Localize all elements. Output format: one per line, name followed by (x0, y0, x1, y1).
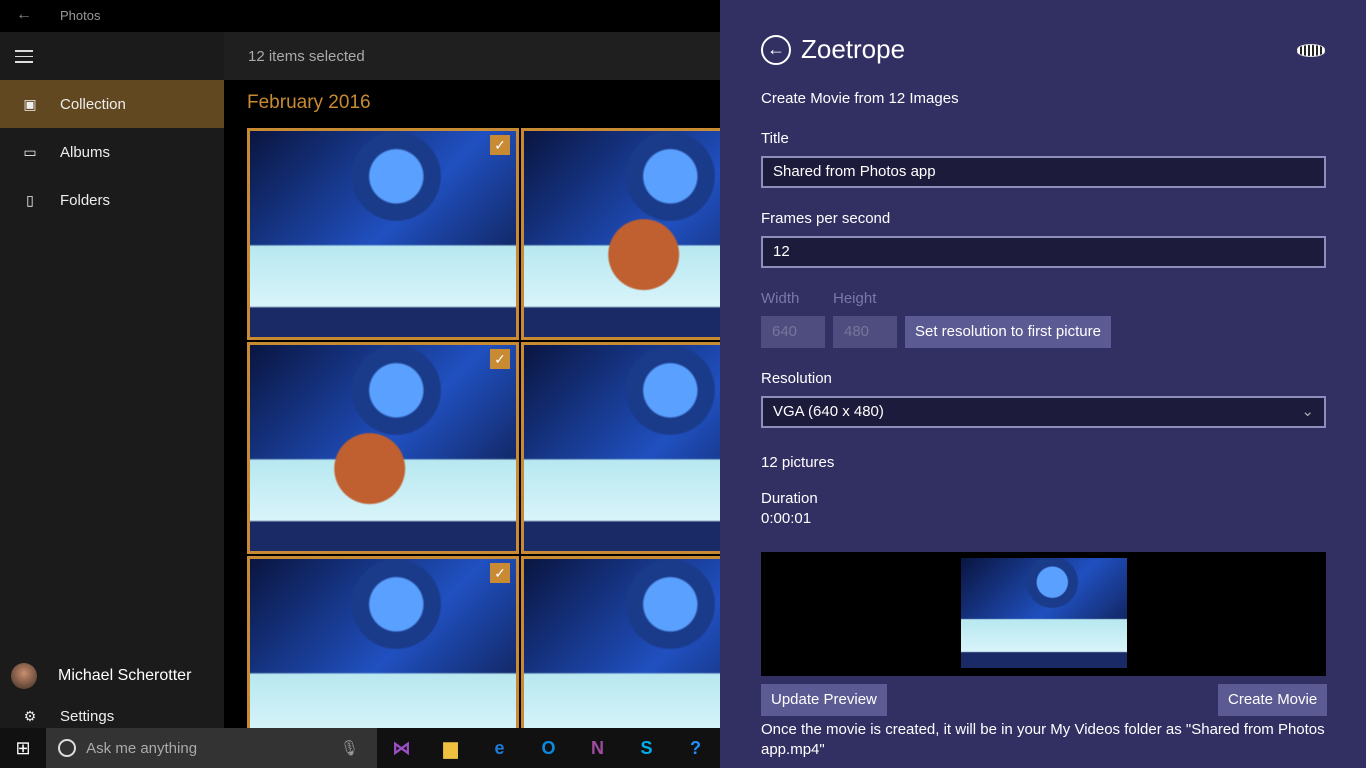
visual-studio-icon[interactable]: ⋈ (377, 728, 426, 768)
photo-tile[interactable] (521, 342, 720, 554)
back-circle-icon[interactable]: ← (761, 35, 791, 65)
sidebar-item-label: Folders (60, 192, 110, 209)
cortana-search-box[interactable]: Ask me anything 🎙 (46, 728, 377, 768)
gear-icon: ⚙ (0, 708, 60, 725)
microphone-icon[interactable]: 🎙 (340, 739, 359, 757)
month-heading: February 2016 (247, 92, 371, 114)
zoetrope-share-panel: ← Zoetrope Create Movie from 12 Images T… (720, 0, 1366, 768)
panel-title: Zoetrope (801, 34, 905, 65)
app-title: Photos (60, 8, 100, 23)
selection-header: 12 items selected (224, 32, 720, 80)
file-explorer-icon[interactable]: ▆ (426, 728, 475, 768)
photo-grid: ✓ ✓ ✓ (247, 128, 720, 728)
width-input: 640 (761, 316, 825, 348)
photo-collection: 12 items selected February 2016 ✓ ✓ ✓ (224, 32, 720, 728)
sidebar: ▣Collection ▭Albums ▯Folders Michael Sch… (0, 32, 224, 728)
search-placeholder: Ask me anything (86, 740, 197, 757)
cortana-icon (58, 739, 76, 757)
windows-start-icon[interactable]: ⊞ (0, 738, 46, 759)
avatar (11, 663, 37, 689)
settings-label: Settings (60, 708, 114, 725)
create-movie-button[interactable]: Create Movie (1218, 684, 1327, 716)
output-note: Once the movie is created, it will be in… (761, 720, 1341, 760)
albums-icon: ▭ (0, 144, 60, 161)
photo-tile[interactable] (521, 128, 720, 340)
fps-label: Frames per second (761, 210, 890, 227)
pictures-count: 12 pictures (761, 454, 834, 471)
user-name: Michael Scherotter (58, 667, 191, 685)
photo-tile[interactable]: ✓ (247, 128, 519, 340)
update-preview-button[interactable]: Update Preview (761, 684, 887, 716)
title-input[interactable]: Shared from Photos app (761, 156, 1326, 188)
taskbar: ⊞ Ask me anything 🎙 ⋈ ▆ e O N S ? (0, 728, 720, 768)
back-arrow-icon[interactable]: ← (16, 6, 32, 24)
sidebar-item-collection[interactable]: ▣Collection (0, 80, 224, 128)
duration-label: Duration (761, 490, 818, 507)
edge-icon[interactable]: e (475, 728, 524, 768)
height-label: Height (833, 290, 876, 307)
skype-icon[interactable]: S (622, 728, 671, 768)
width-label: Width (761, 290, 799, 307)
sidebar-item-label: Collection (60, 96, 126, 113)
resolution-value: VGA (640 x 480) (773, 403, 884, 420)
zoetrope-app-icon (1297, 44, 1325, 57)
fps-input[interactable]: 12 (761, 236, 1326, 268)
resolution-select[interactable]: VGA (640 x 480) ⌄ (761, 396, 1326, 428)
panel-subtitle: Create Movie from 12 Images (761, 90, 959, 107)
checkbox-checked-icon[interactable]: ✓ (490, 135, 510, 155)
onenote-icon[interactable]: N (573, 728, 622, 768)
sidebar-item-label: Albums (60, 144, 110, 161)
outlook-icon[interactable]: O (524, 728, 573, 768)
photo-tile[interactable] (521, 556, 720, 728)
duration-value: 0:00:01 (761, 510, 811, 527)
checkbox-checked-icon[interactable]: ✓ (490, 563, 510, 583)
photo-tile[interactable]: ✓ (247, 556, 519, 728)
sidebar-item-folders[interactable]: ▯Folders (0, 176, 224, 224)
hamburger-menu-icon[interactable] (15, 50, 33, 67)
chevron-down-icon: ⌄ (1301, 402, 1314, 420)
folders-icon: ▯ (0, 192, 60, 209)
collection-icon: ▣ (0, 96, 60, 113)
movie-preview (761, 552, 1326, 676)
resolution-label: Resolution (761, 370, 832, 387)
sidebar-item-albums[interactable]: ▭Albums (0, 128, 224, 176)
help-icon[interactable]: ? (671, 728, 720, 768)
title-bar: ← Photos (0, 0, 720, 32)
photo-tile[interactable]: ✓ (247, 342, 519, 554)
set-resolution-button[interactable]: Set resolution to first picture (905, 316, 1111, 348)
checkbox-checked-icon[interactable]: ✓ (490, 349, 510, 369)
title-label: Title (761, 130, 789, 147)
height-input: 480 (833, 316, 897, 348)
preview-image (961, 558, 1127, 668)
